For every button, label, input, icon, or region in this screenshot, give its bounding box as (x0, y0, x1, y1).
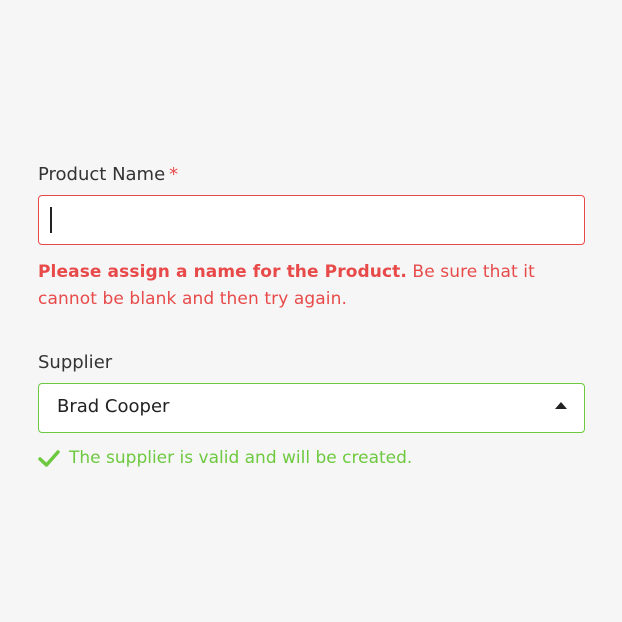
checkmark-icon (38, 450, 60, 467)
error-message-bold: Please assign a name for the Product. (38, 262, 407, 282)
supplier-label: Supplier (38, 352, 113, 373)
required-asterisk: * (169, 164, 179, 185)
success-message-text: The supplier is valid and will be create… (69, 448, 413, 468)
product-name-label-text: Product Name (38, 164, 166, 185)
product-name-error-message: Please assign a name for the Product. Be… (38, 259, 585, 313)
supplier-selected-value: Brad Cooper (57, 396, 170, 417)
supplier-select[interactable]: Brad Cooper (38, 383, 585, 433)
product-form: Product Name * Please assign a name for t… (38, 163, 585, 469)
text-cursor (50, 207, 52, 233)
caret-up-icon (555, 402, 567, 409)
product-name-label: Product Name * (38, 163, 585, 187)
product-name-input[interactable] (38, 195, 585, 245)
supplier-success-message: The supplier is valid and will be create… (38, 447, 585, 469)
